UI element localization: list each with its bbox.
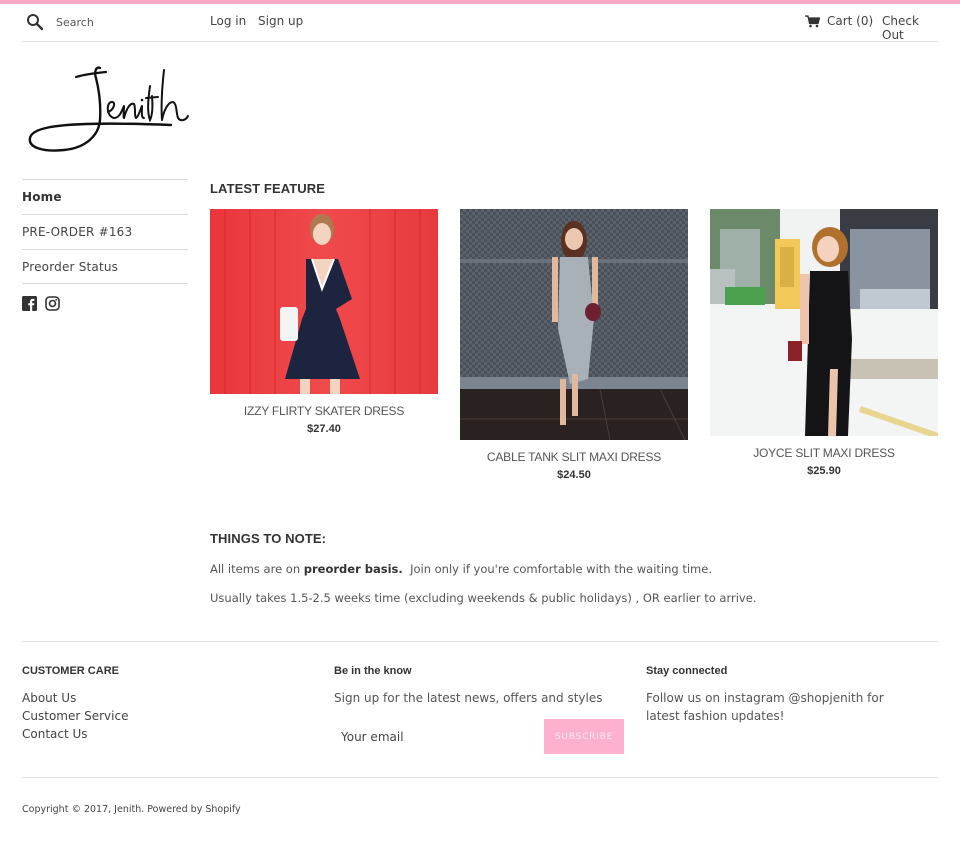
product-name: CABLE TANK SLIT MAXI DRESS bbox=[486, 450, 662, 464]
instagram-icon[interactable] bbox=[45, 296, 60, 311]
jenith-logo bbox=[28, 66, 189, 152]
footer-link-customer-service[interactable]: Customer Service bbox=[22, 709, 128, 723]
stay-connected-text: Follow us on instagram @shopjenith for l… bbox=[646, 691, 884, 723]
cart-icon[interactable] bbox=[805, 15, 820, 28]
customer-care-title: CUSTOMER CARE bbox=[22, 665, 119, 677]
signup-link[interactable]: Sign up bbox=[258, 14, 303, 28]
subscribe-button[interactable]: SUBSCRIBE bbox=[544, 719, 624, 754]
sidebar-item-preorder[interactable]: PRE-ORDER #163 bbox=[22, 214, 188, 249]
footer-link-about[interactable]: About Us bbox=[22, 691, 76, 705]
product-price: $24.50 bbox=[557, 469, 591, 481]
footer-divider-top bbox=[22, 641, 938, 642]
product-image bbox=[460, 209, 688, 440]
product-price: $27.40 bbox=[307, 423, 341, 435]
sidebar-item-preorder-status[interactable]: Preorder Status bbox=[22, 249, 188, 284]
product-price: $25.90 bbox=[807, 465, 841, 477]
email-input[interactable] bbox=[334, 719, 544, 754]
cart-link[interactable]: Cart (0) bbox=[827, 14, 873, 28]
sidebar-nav: Home PRE-ORDER #163 Preorder Status bbox=[22, 179, 188, 284]
product-card[interactable]: CABLE TANK SLIT MAXI DRESS $24.50 bbox=[460, 209, 688, 481]
note-shipping-time: Usually takes 1.5-2.5 weeks time (exclud… bbox=[210, 591, 757, 605]
login-link[interactable]: Log in bbox=[210, 14, 246, 28]
search-icon[interactable] bbox=[26, 13, 44, 31]
stay-connected-title: Stay connected bbox=[646, 665, 728, 677]
product-name: JOYCE SLIT MAXI DRESS bbox=[753, 446, 895, 460]
product-name: IZZY FLIRTY SKATER DRESS bbox=[243, 404, 405, 418]
newsletter-title: Be in the know bbox=[334, 665, 412, 677]
checkout-link[interactable]: Check Out bbox=[882, 14, 938, 42]
sidebar-item-home[interactable]: Home bbox=[22, 179, 188, 214]
note-preorder-suffix: Join only if you're comfortable with the… bbox=[402, 562, 712, 576]
product-image bbox=[210, 209, 438, 394]
product-card[interactable]: IZZY FLIRTY SKATER DRESS $27.40 bbox=[210, 209, 438, 435]
social-links bbox=[22, 296, 60, 311]
facebook-icon[interactable] bbox=[22, 296, 37, 311]
note-preorder-prefix: All items are on bbox=[210, 562, 304, 576]
product-card[interactable]: JOYCE SLIT MAXI DRESS $25.90 bbox=[710, 209, 938, 477]
note-preorder-bold: preorder basis. bbox=[303, 562, 403, 576]
things-to-note-title: THINGS TO NOTE: bbox=[210, 531, 327, 546]
newsletter-text: Sign up for the latest news, offers and … bbox=[334, 691, 603, 705]
copyright-text: Copyright © 2017, Jenith. Powered by Sho… bbox=[22, 804, 241, 815]
product-image bbox=[710, 209, 938, 436]
footer-link-contact[interactable]: Contact Us bbox=[22, 727, 88, 741]
search-input[interactable] bbox=[56, 12, 196, 32]
note-preorder: All items are on preorder basis. Join on… bbox=[210, 562, 712, 576]
footer-divider-bottom bbox=[22, 777, 938, 778]
site-header: Log in Sign up Cart (0) Check Out bbox=[22, 4, 938, 42]
latest-feature-title: LATEST FEATURE bbox=[210, 181, 326, 196]
